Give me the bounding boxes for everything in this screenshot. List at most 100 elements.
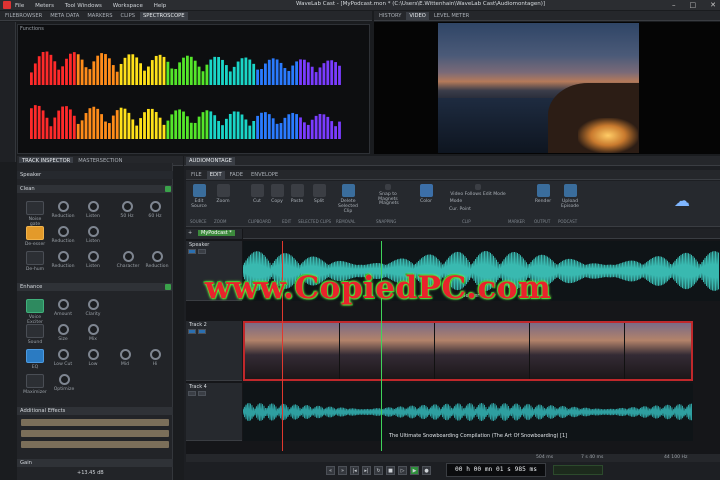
video-follows-edit-checkbox[interactable]: Video Follows Edit Mode: [448, 184, 508, 197]
ctl-eq[interactable]: EQ: [23, 349, 47, 370]
go-start-icon[interactable]: |◂: [350, 466, 359, 475]
tab-history[interactable]: HISTORY: [376, 12, 404, 20]
effect-slot[interactable]: [21, 441, 169, 448]
close-icon[interactable]: ✕: [710, 1, 716, 9]
ctl-mix[interactable]: Mix: [81, 324, 105, 342]
ctl-60hz[interactable]: 60 Hz: [143, 201, 167, 219]
loop-icon[interactable]: ↻: [374, 466, 383, 475]
stop-icon[interactable]: ■: [386, 466, 395, 475]
ctl-maximizer[interactable]: Maximizer: [23, 374, 47, 395]
cut-button[interactable]: Cut: [248, 184, 266, 204]
render-button[interactable]: Render: [534, 184, 552, 204]
ctl-low-cut[interactable]: Low Cut: [51, 349, 75, 367]
snap-to-magnets-checkbox[interactable]: Snap to Magnets: [370, 184, 406, 202]
gain-value[interactable]: +13.45 dB: [77, 470, 104, 476]
solo-button[interactable]: [198, 249, 206, 254]
go-end-icon[interactable]: ▸|: [362, 466, 371, 475]
copy-button[interactable]: Copy: [268, 184, 286, 204]
fast-forward-icon[interactable]: »: [338, 466, 347, 475]
ctl-noise-gate[interactable]: Noise gate: [23, 201, 47, 227]
ctl-hi[interactable]: Hi: [143, 349, 167, 367]
window-controls: – □ ✕: [672, 1, 716, 9]
doc-tab[interactable]: MyPodcast *: [198, 230, 235, 236]
record-icon[interactable]: ●: [422, 466, 431, 475]
inspector-track-row[interactable]: Speaker: [17, 171, 173, 179]
split-button[interactable]: Split: [310, 184, 328, 204]
ctl-optimize[interactable]: Optimize: [51, 374, 77, 392]
section-clean[interactable]: Clean: [17, 185, 173, 193]
play-selection-icon[interactable]: ▷: [398, 466, 407, 475]
clip-music[interactable]: The Ultimate Snowboarding Compilation (T…: [243, 383, 693, 441]
tab-file[interactable]: FILE: [188, 171, 205, 179]
section-additional-effects[interactable]: Additional Effects: [17, 407, 173, 415]
ctl-amount[interactable]: Amount: [51, 299, 75, 317]
menu-workspace[interactable]: Workspace: [113, 3, 143, 9]
video-frame-image: [438, 23, 639, 153]
ctl-50hz[interactable]: 50 Hz: [115, 201, 139, 219]
minimize-icon[interactable]: –: [672, 1, 676, 9]
menu-help[interactable]: Help: [154, 3, 167, 9]
upload-episode-button[interactable]: Upload Episode: [558, 184, 582, 209]
ctl-de-hum-reduction[interactable]: Reduction: [51, 251, 75, 269]
paste-button[interactable]: Paste: [288, 184, 306, 204]
solo-button[interactable]: [198, 391, 206, 396]
clip-video[interactable]: [243, 321, 693, 381]
add-icon[interactable]: [165, 186, 171, 192]
zoom-button[interactable]: Zoom: [214, 184, 232, 204]
mute-button[interactable]: [188, 329, 196, 334]
tab-video[interactable]: VIDEO: [406, 11, 429, 20]
tab-filebrowser[interactable]: FILEBROWSER: [2, 12, 45, 20]
menu-tool-windows[interactable]: Tool Windows: [65, 3, 102, 9]
mute-button[interactable]: [188, 249, 196, 254]
spectroscope-label: Functions: [20, 26, 44, 32]
solo-button[interactable]: [198, 329, 206, 334]
effect-slot[interactable]: [21, 430, 169, 437]
time-ruler[interactable]: [243, 229, 720, 239]
tab-markers[interactable]: MARKERS: [84, 12, 115, 20]
tab-envelope[interactable]: ENVELOPE: [248, 171, 281, 179]
ctl-de-hum[interactable]: De-hum: [23, 251, 47, 272]
color-button[interactable]: Color: [418, 184, 434, 204]
ctl-voice-exciter[interactable]: Voice Exciter: [23, 299, 47, 325]
section-gain[interactable]: Gain: [17, 459, 173, 467]
ctl-character[interactable]: Character: [113, 251, 143, 269]
tab-edit[interactable]: EDIT: [206, 170, 225, 179]
menu-file[interactable]: File: [15, 3, 24, 9]
tab-spectroscope[interactable]: SPECTROSCOPE: [140, 11, 188, 20]
delete-clip-button[interactable]: Delete Selected Clip: [334, 184, 362, 214]
ctl-sound[interactable]: Sound: [23, 324, 47, 345]
track-2-header[interactable]: Track 2: [186, 321, 242, 381]
tab-fade[interactable]: FADE: [227, 171, 246, 179]
spectrum-bar: [186, 55, 189, 85]
tab-level-meter[interactable]: LEVEL METER: [431, 12, 472, 20]
ctl-reduction[interactable]: Reduction: [51, 201, 75, 219]
timecode-display[interactable]: 00 h 00 mn 01 s 985 ms: [446, 463, 546, 477]
ctl-de-esser-listen[interactable]: Listen: [81, 226, 105, 244]
rewind-icon[interactable]: «: [326, 466, 335, 475]
effect-slot[interactable]: [21, 419, 169, 426]
add-track-icon[interactable]: +: [188, 230, 192, 236]
maximize-icon[interactable]: □: [690, 1, 697, 9]
magnets-dropdown[interactable]: Magnets: [374, 201, 404, 206]
mode-dropdown[interactable]: Mode: [448, 199, 464, 204]
ctl-listen[interactable]: Listen: [81, 201, 105, 219]
ctl-size[interactable]: Size: [51, 324, 75, 342]
ctl-low[interactable]: Low: [81, 349, 105, 367]
tab-metadata[interactable]: META DATA: [47, 12, 82, 20]
ctl-de-hum-listen[interactable]: Listen: [81, 251, 105, 269]
mute-button[interactable]: [188, 391, 196, 396]
ctl-character-reduction[interactable]: Reduction: [143, 251, 171, 269]
track-4-header[interactable]: Track 4: [186, 383, 242, 441]
ctl-clarity[interactable]: Clarity: [81, 299, 105, 317]
cur-point-dropdown[interactable]: Cur. Point: [448, 207, 472, 212]
menu-meters[interactable]: Meters: [35, 3, 54, 9]
play-icon[interactable]: ▶: [410, 466, 419, 475]
edit-source-button[interactable]: Edit Source: [190, 184, 208, 209]
cloud-upload-icon[interactable]: ☁: [674, 191, 700, 213]
section-enhance[interactable]: Enhance: [17, 283, 173, 291]
ctl-de-esser[interactable]: De-esser: [23, 226, 47, 247]
ctl-de-esser-reduction[interactable]: Reduction: [51, 226, 75, 244]
add-icon[interactable]: [165, 284, 171, 290]
tab-clips[interactable]: CLIPS: [118, 12, 138, 20]
ctl-mid[interactable]: Mid: [113, 349, 137, 367]
